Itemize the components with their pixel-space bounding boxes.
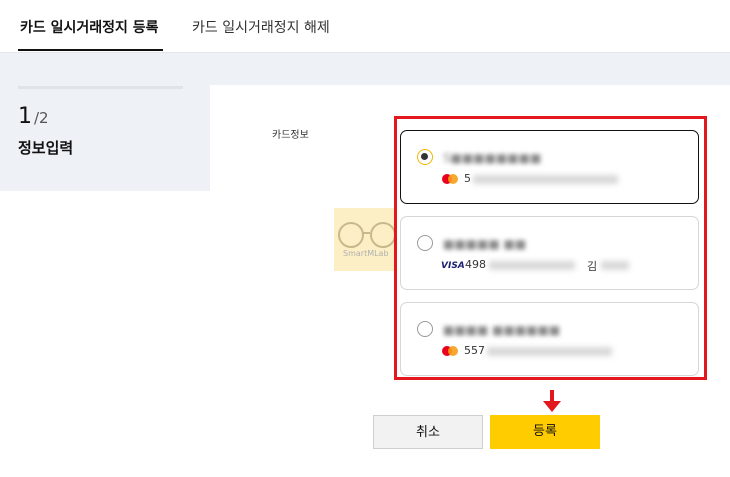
step-counter: 1/2 (18, 104, 49, 129)
glasses-bridge-icon (362, 232, 370, 234)
watermark-logo: SmartMLab (334, 208, 396, 271)
tab-release[interactable]: 카드 일시거래정지 해제 (192, 0, 330, 52)
glasses-lens-right-icon (370, 222, 396, 248)
arrow-down-icon (543, 390, 561, 414)
glasses-lens-left-icon (338, 222, 364, 248)
cancel-button[interactable]: 취소 (373, 415, 483, 449)
step-label: 정보입력 (18, 139, 74, 157)
step-current: 1 (18, 104, 32, 129)
highlight-box (394, 116, 707, 380)
tab-bar: 카드 일시거래정지 등록 카드 일시거래정지 해제 (0, 0, 730, 53)
step-divider (18, 86, 183, 89)
tab-register[interactable]: 카드 일시거래정지 등록 (18, 0, 163, 52)
register-button[interactable]: 등록 (490, 415, 600, 449)
header-band (0, 53, 730, 85)
step-total: /2 (34, 109, 49, 127)
card-info-label: 카드정보 (272, 130, 309, 141)
watermark-text: SmartMLab (343, 249, 389, 258)
